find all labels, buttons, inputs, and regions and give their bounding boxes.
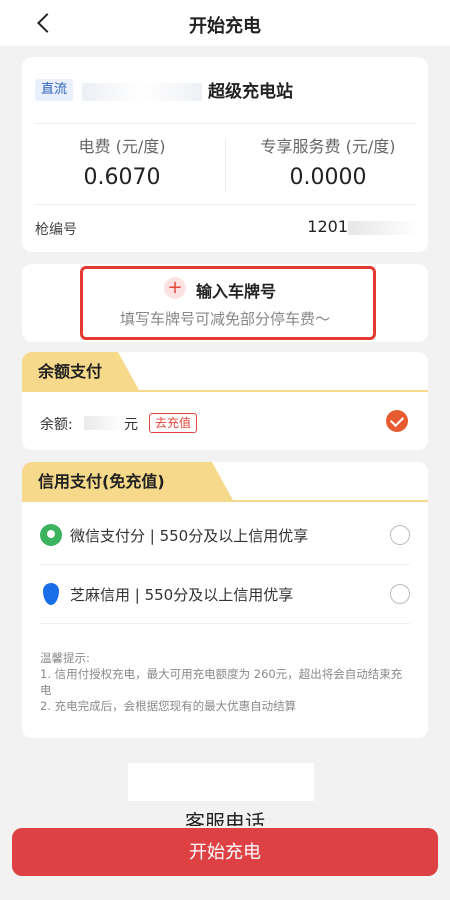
credit-pay-card: 信用支付(免充值) 微信支付分 | 550分及以上信用优享 芝麻信用 | 550…: [22, 462, 428, 738]
service-fee: 专享服务费 (元/度) 0.0000: [228, 133, 428, 190]
electricity-fee-value: 0.6070: [83, 165, 161, 190]
electricity-fee: 电费 (元/度) 0.6070: [22, 133, 222, 190]
station-name-text: 超级充电站: [208, 82, 293, 102]
section-underline: [22, 500, 428, 502]
vertical-divider: [225, 139, 226, 191]
tips-title: 温馨提示:: [40, 651, 90, 665]
blurred-text: [82, 83, 202, 101]
plate-input-title[interactable]: 输入车牌号: [196, 278, 276, 302]
page-title: 开始充电: [189, 16, 261, 37]
plate-card[interactable]: + 输入车牌号 填写车牌号可减免部分停车费～: [22, 264, 428, 342]
wechat-pay-label: 微信支付分 | 550分及以上信用优享: [70, 527, 309, 545]
divider: [35, 204, 415, 205]
blurred-text: [348, 220, 418, 235]
dc-badge: 直流: [35, 79, 74, 101]
plus-icon[interactable]: +: [164, 277, 186, 299]
divider: [40, 623, 410, 624]
checked-icon[interactable]: [386, 410, 408, 432]
recharge-button[interactable]: 去充值: [149, 413, 198, 433]
credit-pay-title: 信用支付(免充值): [22, 462, 234, 502]
divider: [35, 123, 415, 124]
gun-number-value: 1201: [307, 217, 418, 236]
section-underline: [22, 390, 428, 392]
tip-line: 1. 信用付授权充电，最大可用充电额度为 260元，超出将会自动结束充电: [40, 667, 403, 697]
station-name: 超级充电站: [82, 77, 412, 102]
radio-button[interactable]: [390, 584, 410, 604]
blank-block: [128, 763, 314, 801]
sesame-credit-label: 芝麻信用 | 550分及以上信用优享: [70, 586, 294, 604]
section-header: 信用支付(免充值): [22, 462, 428, 502]
sesame-credit-icon: [40, 583, 62, 605]
service-fee-value: 0.0000: [289, 165, 367, 190]
balance-label: 余额:: [40, 417, 73, 433]
top-bar: 开始充电: [0, 0, 450, 46]
sesame-credit-option[interactable]: 芝麻信用 | 550分及以上信用优享: [40, 565, 410, 623]
electricity-fee-label: 电费 (元/度): [78, 137, 166, 156]
balance-pay-card[interactable]: 余额支付 余额: 元 去充值: [22, 352, 428, 450]
blurred-balance: [84, 416, 124, 430]
start-charging-button[interactable]: 开始充电: [12, 828, 438, 876]
gun-number-label: 枪编号: [35, 222, 77, 238]
wechat-pay-option[interactable]: 微信支付分 | 550分及以上信用优享: [40, 506, 410, 564]
tips-text: 温馨提示: 1. 信用付授权充电，最大可用充电额度为 260元，超出将会自动结束…: [40, 650, 410, 714]
section-header: 余额支付: [22, 352, 428, 392]
radio-button[interactable]: [390, 525, 410, 545]
service-fee-label: 专享服务费 (元/度): [260, 137, 396, 156]
tip-line: 2. 充电完成后，会根据您现有的最大优惠自动结算: [40, 699, 297, 713]
wechat-pay-score-icon: [40, 524, 62, 546]
balance-pay-title: 余额支付: [22, 352, 141, 392]
service-phone-text[interactable]: 客服电话: [0, 806, 450, 826]
plate-input-hint: 填写车牌号可减免部分停车费～: [119, 310, 330, 328]
gun-number-text: 1201: [307, 217, 348, 236]
balance-unit: 元: [124, 417, 138, 433]
station-card: 直流 超级充电站 电费 (元/度) 0.6070 专享服务费 (元/度) 0.0…: [22, 57, 428, 252]
